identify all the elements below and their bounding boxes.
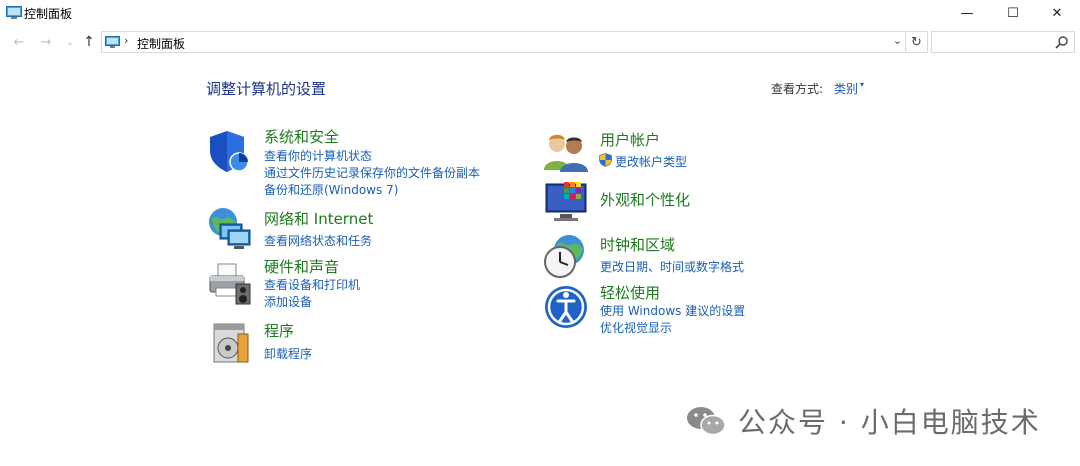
- category-system-security[interactable]: 系统和安全: [264, 126, 339, 147]
- watermark-text: 公众号 · 小白电脑技术: [738, 406, 1041, 439]
- user-accounts-icon[interactable]: [543, 130, 589, 176]
- close-icon: ✕: [1051, 5, 1063, 21]
- link-view-computer-status[interactable]: 查看你的计算机状态: [264, 147, 372, 164]
- maximize-icon: ☐: [1007, 5, 1019, 21]
- link-add-device[interactable]: 添加设备: [264, 293, 312, 310]
- uac-shield-icon: [599, 153, 612, 167]
- minimize-button[interactable]: —: [944, 0, 990, 26]
- link-uninstall-program[interactable]: 卸载程序: [264, 345, 312, 362]
- search-box[interactable]: [931, 31, 1075, 53]
- breadcrumb-control-panel[interactable]: 控制面板: [137, 35, 185, 52]
- window-title: 控制面板: [24, 7, 73, 21]
- printer-icon[interactable]: [206, 262, 252, 308]
- view-by-label: 查看方式:: [771, 82, 824, 96]
- category-programs[interactable]: 程序: [264, 320, 294, 341]
- chevron-down-icon: ⌄: [65, 36, 75, 48]
- link-change-account-type[interactable]: 更改帐户类型: [615, 153, 687, 170]
- watermark: 公众号 · 小白电脑技术: [686, 404, 1041, 439]
- search-icon[interactable]: [1055, 35, 1069, 49]
- link-devices-printers[interactable]: 查看设备和打印机: [264, 276, 360, 293]
- control-panel-icon: [105, 36, 120, 48]
- appearance-monitor-icon[interactable]: [544, 180, 590, 226]
- clock-globe-icon[interactable]: [543, 234, 589, 280]
- category-user-accounts[interactable]: 用户帐户: [600, 129, 660, 150]
- category-appearance[interactable]: 外观和个性化: [600, 189, 690, 210]
- link-optimize-visual-display[interactable]: 优化视觉显示: [600, 319, 672, 336]
- back-arrow-icon: ←: [13, 34, 25, 50]
- close-button[interactable]: ✕: [1034, 0, 1080, 26]
- forward-arrow-icon: →: [40, 34, 52, 50]
- link-file-history-backup[interactable]: 通过文件历史记录保存你的文件备份副本: [264, 164, 480, 181]
- wechat-icon: [687, 407, 726, 436]
- back-button[interactable]: ←: [10, 33, 28, 51]
- minimize-icon: —: [960, 5, 974, 21]
- up-button[interactable]: ↑: [80, 33, 98, 51]
- link-backup-restore[interactable]: 备份和还原(Windows 7): [264, 181, 398, 198]
- category-ease-of-access[interactable]: 轻松使用: [600, 282, 660, 303]
- link-recommended-settings[interactable]: 使用 Windows 建议的设置: [600, 302, 745, 319]
- programs-icon[interactable]: [208, 320, 254, 366]
- breadcrumb-separator-icon: ›: [124, 34, 129, 47]
- network-globe-icon[interactable]: [206, 206, 252, 252]
- view-by-dropdown[interactable]: 类别: [834, 80, 858, 97]
- maximize-button[interactable]: ☐: [990, 0, 1036, 26]
- address-dropdown-icon[interactable]: ⌄: [893, 34, 902, 47]
- category-network-internet[interactable]: 网络和 Internet: [264, 208, 373, 229]
- page-title: 调整计算机的设置: [206, 80, 327, 98]
- link-change-date-time-format[interactable]: 更改日期、时间或数字格式: [600, 258, 744, 275]
- ease-of-access-icon[interactable]: [544, 285, 590, 331]
- title-bar: 控制面板 — ☐ ✕: [0, 0, 1080, 26]
- control-panel-icon: [6, 6, 22, 19]
- recent-locations-button[interactable]: ⌄: [61, 33, 79, 51]
- link-view-network-status[interactable]: 查看网络状态和任务: [264, 232, 372, 249]
- view-by-dropdown-icon[interactable]: ▾: [860, 80, 864, 89]
- shield-icon[interactable]: [206, 128, 252, 174]
- refresh-icon: ↻: [911, 34, 922, 50]
- refresh-button[interactable]: ↻: [906, 31, 928, 53]
- search-input[interactable]: [932, 32, 1052, 52]
- address-field[interactable]: › 控制面板 ⌄: [101, 31, 906, 53]
- category-hardware-sound[interactable]: 硬件和声音: [264, 256, 339, 277]
- forward-button[interactable]: →: [37, 33, 55, 51]
- category-clock-region[interactable]: 时钟和区域: [600, 234, 675, 255]
- address-toolbar: ← → ⌄ ↑ › 控制面板 ⌄ ↻: [0, 30, 1080, 56]
- up-arrow-icon: ↑: [83, 34, 95, 50]
